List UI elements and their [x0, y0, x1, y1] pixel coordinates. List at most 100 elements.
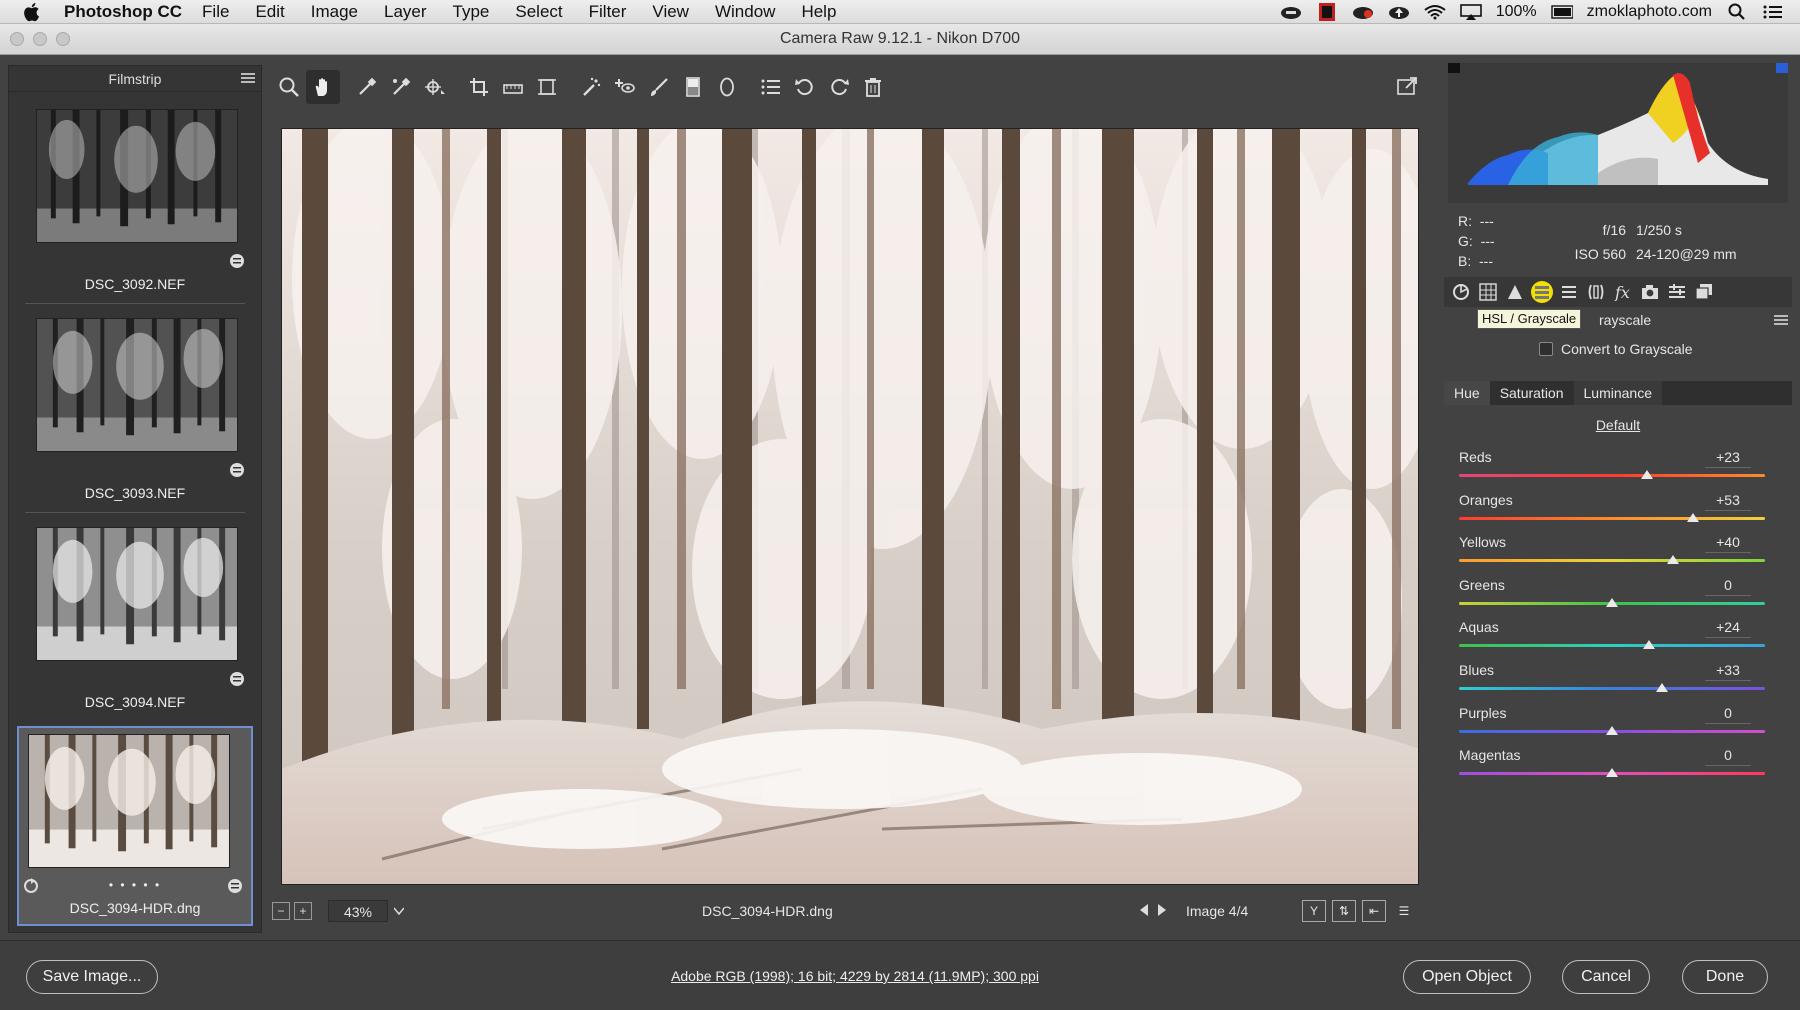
cloud-sync-icon[interactable]	[1280, 3, 1302, 21]
lens-corrections-icon[interactable]	[1585, 281, 1607, 303]
menu-image[interactable]: Image	[311, 2, 358, 22]
zoom-out-button[interactable]: −	[272, 902, 290, 920]
hand-tool-icon[interactable]	[306, 70, 340, 104]
straighten-tool-icon[interactable]	[496, 70, 530, 104]
next-image-icon[interactable]	[1158, 903, 1166, 919]
before-after-toggle-icon[interactable]: Y	[1302, 900, 1326, 922]
menu-filter[interactable]: Filter	[589, 2, 627, 22]
graduated-filter-icon[interactable]	[676, 70, 710, 104]
slider-track[interactable]	[1459, 474, 1765, 477]
menu-layer[interactable]: Layer	[384, 2, 427, 22]
slider-track[interactable]	[1459, 687, 1765, 690]
slider-value-field[interactable]: +33	[1705, 662, 1751, 681]
slider-value-field[interactable]: 0	[1705, 577, 1751, 596]
slider-greens[interactable]: Greens 0	[1459, 577, 1769, 614]
spot-removal-tool-icon[interactable]	[574, 70, 608, 104]
minimize-window-button[interactable]	[33, 32, 47, 46]
snapshots-icon[interactable]	[1693, 281, 1715, 303]
slider-track[interactable]	[1459, 644, 1765, 648]
tone-curve-icon[interactable]	[1477, 281, 1499, 303]
zoom-window-button[interactable]	[56, 32, 70, 46]
slider-thumb[interactable]	[1606, 725, 1618, 735]
apple-icon[interactable]	[20, 1, 42, 23]
menu-file[interactable]: File	[202, 2, 229, 22]
zoom-level-field[interactable]: 43%	[328, 900, 388, 922]
menu-help[interactable]: Help	[801, 2, 836, 22]
thumbnail-dsc-3093[interactable]	[36, 318, 238, 452]
cloud-upload-icon[interactable]	[1388, 3, 1410, 21]
preview-preferences-icon[interactable]: ☰	[1392, 900, 1416, 922]
default-link[interactable]: Default	[1436, 417, 1800, 433]
slider-thumb[interactable]	[1606, 597, 1618, 607]
white-balance-tool-icon[interactable]	[350, 70, 384, 104]
slider-value-field[interactable]: +53	[1705, 492, 1751, 511]
slider-value-field[interactable]: +23	[1705, 449, 1751, 468]
color-sampler-tool-icon[interactable]	[384, 70, 418, 104]
radial-filter-icon[interactable]	[710, 70, 744, 104]
menu-view[interactable]: View	[652, 2, 689, 22]
app-name-menu[interactable]: Photoshop CC	[64, 2, 182, 22]
slider-thumb[interactable]	[1642, 640, 1655, 650]
adjustment-brush-icon[interactable]	[642, 70, 676, 104]
spotlight-search-icon[interactable]	[1726, 3, 1748, 21]
creative-cloud-icon[interactable]	[1352, 3, 1374, 21]
slider-value-field[interactable]: +40	[1705, 534, 1751, 554]
filmstrip-item[interactable]: DSC_3092.NEF	[17, 101, 253, 301]
filmstrip-menu-icon[interactable]	[241, 72, 255, 84]
slider-yellows[interactable]: Yellows +40	[1459, 534, 1769, 571]
slider-value-field[interactable]: 0	[1705, 747, 1751, 767]
convert-grayscale-row[interactable]: Convert to Grayscale	[1539, 341, 1693, 357]
presets-icon[interactable]	[1666, 281, 1688, 303]
cancel-button[interactable]: Cancel	[1562, 960, 1650, 994]
convert-grayscale-checkbox[interactable]	[1539, 342, 1553, 356]
tab-luminance[interactable]: Luminance	[1573, 381, 1663, 405]
basic-panel-icon[interactable]	[1450, 281, 1472, 303]
tab-saturation[interactable]: Saturation	[1490, 381, 1574, 405]
split-toning-icon[interactable]	[1558, 281, 1580, 303]
slider-purples[interactable]: Purples 0	[1459, 705, 1769, 742]
notification-center-icon[interactable]	[1762, 3, 1784, 21]
previous-image-icon[interactable]	[1140, 903, 1148, 919]
menu-edit[interactable]: Edit	[255, 2, 284, 22]
camera-calibration-icon[interactable]	[1639, 281, 1661, 303]
slider-thumb[interactable]	[1667, 555, 1680, 565]
zoom-in-button[interactable]: +	[294, 902, 312, 920]
convert-grayscale-label[interactable]: Convert to Grayscale	[1561, 341, 1693, 357]
swap-settings-icon[interactable]: ⇅	[1332, 900, 1356, 922]
airplay-icon[interactable]	[1459, 3, 1482, 21]
wifi-icon[interactable]	[1424, 3, 1446, 21]
close-window-button[interactable]	[10, 32, 24, 46]
thumbnail-dsc-3094-hdr[interactable]	[28, 734, 230, 868]
slider-aquas[interactable]: Aquas +24	[1459, 619, 1769, 656]
slider-thumb[interactable]	[1641, 470, 1654, 479]
transform-tool-icon[interactable]	[530, 70, 564, 104]
thumbnail-dsc-3092[interactable]	[36, 109, 238, 243]
targeted-adjustment-tool-icon[interactable]	[418, 70, 452, 104]
rating-dots[interactable]: • • • • •	[19, 878, 251, 892]
rotate-ccw-icon[interactable]	[788, 70, 822, 104]
battery-icon[interactable]	[1550, 3, 1573, 21]
slider-reds[interactable]: Reds +23	[1459, 449, 1769, 486]
full-screen-toggle-icon[interactable]	[1390, 70, 1424, 104]
menu-type[interactable]: Type	[453, 2, 490, 22]
slider-track[interactable]	[1459, 559, 1765, 563]
rotate-cw-icon[interactable]	[822, 70, 856, 104]
crop-tool-icon[interactable]	[462, 70, 496, 104]
slider-thumb[interactable]	[1606, 768, 1618, 778]
preferences-icon[interactable]	[754, 70, 788, 104]
recording-icon[interactable]	[1316, 3, 1338, 21]
thumbnail-dsc-3094[interactable]	[36, 527, 238, 661]
slider-magentas[interactable]: Magentas 0	[1459, 747, 1769, 784]
slider-track[interactable]	[1459, 516, 1765, 520]
filmstrip-item-selected[interactable]: • • • • • DSC_3094-HDR.dng	[17, 726, 253, 926]
chevron-down-icon[interactable]	[388, 900, 410, 922]
detail-panel-icon[interactable]	[1504, 281, 1526, 303]
tab-hue[interactable]: Hue	[1444, 381, 1490, 405]
zoom-tool-icon[interactable]	[272, 70, 306, 104]
menu-select[interactable]: Select	[515, 2, 562, 22]
menu-window[interactable]: Window	[715, 2, 775, 22]
slider-oranges[interactable]: Oranges +53	[1459, 492, 1769, 529]
slider-value-field[interactable]: +24	[1705, 619, 1751, 639]
hsl-grayscale-icon[interactable]	[1531, 281, 1553, 303]
panel-menu-icon[interactable]	[1774, 314, 1788, 326]
